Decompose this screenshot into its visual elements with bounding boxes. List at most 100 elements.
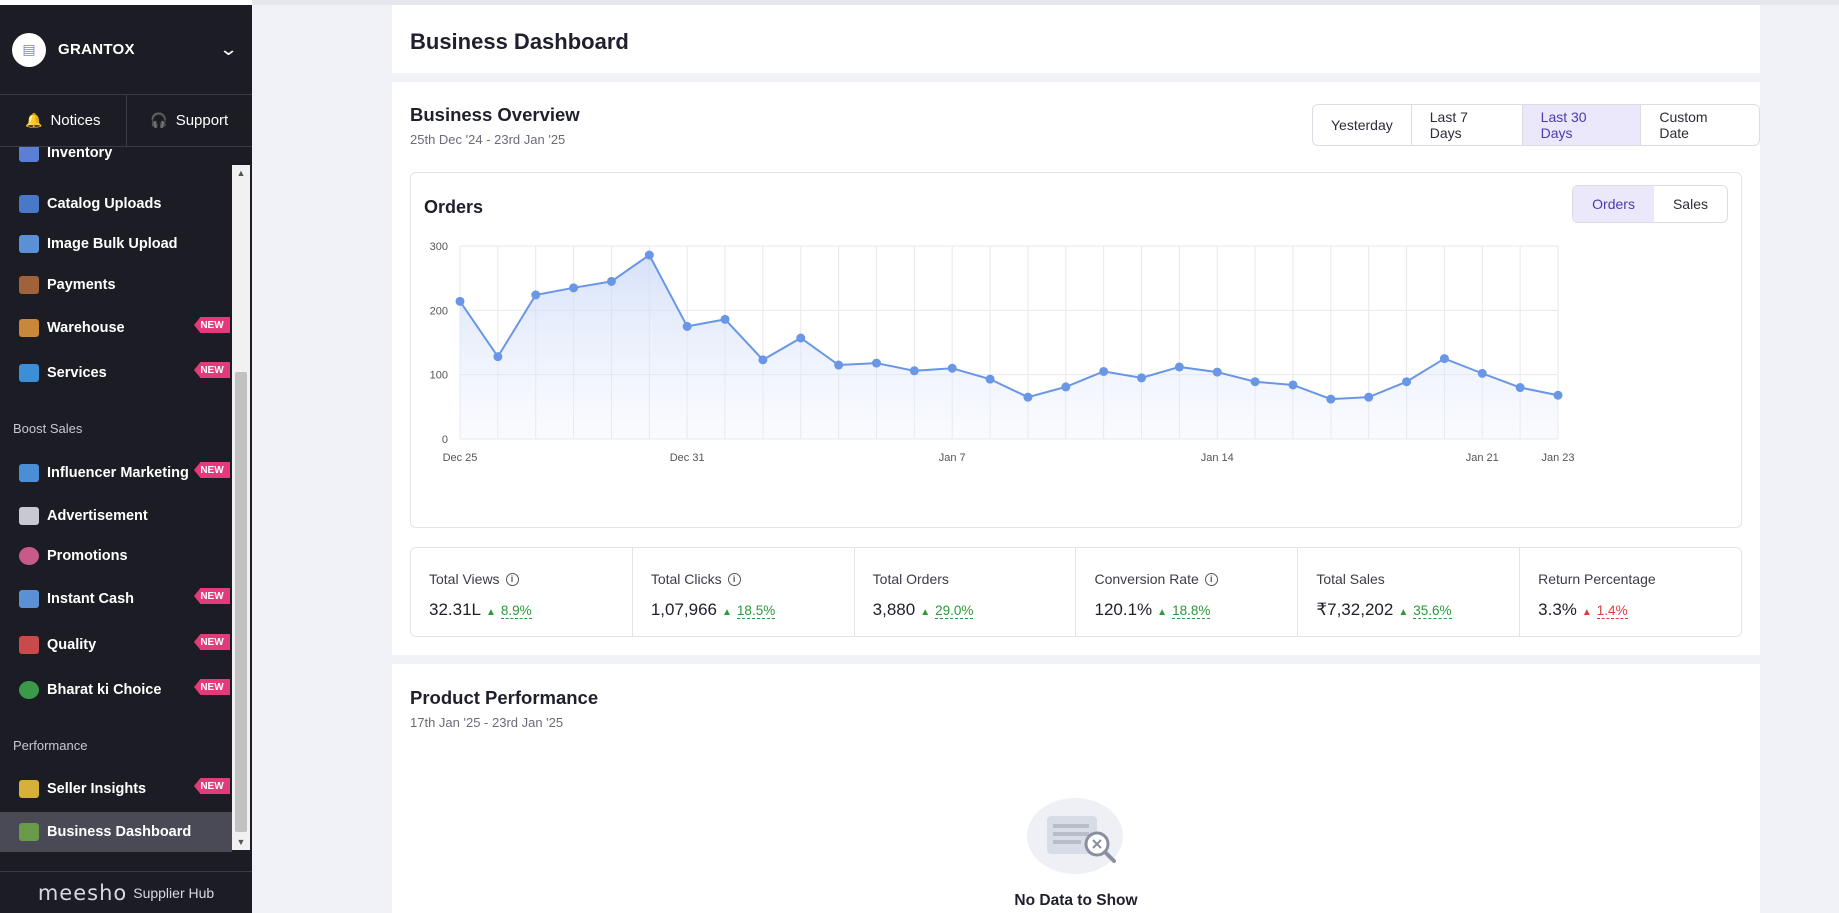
- stat-value-row: 1,07,966 ▲ 18.5%: [650, 600, 776, 620]
- upload-icon: [19, 195, 39, 213]
- data-point: [1326, 394, 1336, 404]
- y-tick-label: 0: [442, 434, 448, 446]
- stat-label-row: Total Sales: [1316, 571, 1384, 587]
- sidebar-item-inventory[interactable]: Inventory: [0, 147, 232, 173]
- data-point: [455, 296, 465, 306]
- stat-conversion-rate: Conversion Rate i 120.1% ▲ 18.8%: [1076, 548, 1299, 636]
- data-point: [1364, 392, 1374, 402]
- data-point: [1174, 362, 1184, 372]
- scroll-down-arrow-icon[interactable]: ▼: [232, 834, 250, 850]
- stat-value: 3,880: [872, 600, 916, 619]
- sidebar-item-influencer-marketing[interactable]: Influencer Marketing NEW: [0, 453, 232, 493]
- data-point: [720, 314, 730, 324]
- metric-orders-tab[interactable]: Orders: [1573, 186, 1654, 222]
- info-icon[interactable]: i: [505, 572, 519, 586]
- stat-value: 120.1%: [1094, 600, 1153, 619]
- stat-value: 1,07,966: [650, 600, 718, 619]
- data-point: [1402, 377, 1412, 387]
- sidebar-item-label: Business Dashboard: [47, 824, 192, 840]
- megaphone-icon: [19, 507, 39, 525]
- brand-name: GRANTOX: [58, 41, 135, 58]
- data-point: [871, 358, 881, 368]
- sidebar-item-label: Influencer Marketing: [47, 465, 189, 481]
- notices-button[interactable]: 🔔 Notices: [0, 95, 126, 146]
- bulb-icon: [19, 780, 39, 798]
- sidebar-item-services[interactable]: Services NEW: [0, 353, 232, 393]
- sidebar-item-label: Quality: [47, 637, 97, 653]
- data-point: [1023, 392, 1033, 402]
- stat-value-row: ₹7,32,202 ▲ 35.6%: [1316, 600, 1452, 620]
- stat-change[interactable]: 29.0%: [935, 603, 974, 619]
- metric-sales-tab[interactable]: Sales: [1654, 186, 1727, 222]
- sidebar-item-label: Services: [47, 365, 107, 381]
- stat-total-orders: Total Orders 3,880 ▲ 29.0%: [855, 548, 1077, 636]
- new-badge: NEW: [194, 588, 230, 604]
- data-point: [1137, 373, 1147, 383]
- sidebar-item-catalog-uploads[interactable]: Catalog Uploads: [0, 184, 232, 224]
- stat-label: Return Percentage: [1538, 571, 1656, 587]
- range-last-7-days-button[interactable]: Last 7 Days: [1412, 105, 1523, 145]
- stat-label: Conversion Rate: [1094, 571, 1199, 587]
- new-badge: NEW: [194, 317, 230, 333]
- trend-up-icon: ▲: [1398, 607, 1409, 618]
- info-icon[interactable]: i: [727, 572, 741, 586]
- stat-value: 32.31L: [429, 600, 481, 619]
- bank-icon: [19, 590, 39, 608]
- scroll-up-arrow-icon[interactable]: ▲: [232, 165, 250, 181]
- data-point: [834, 360, 844, 370]
- chevron-down-icon[interactable]: ⌄: [219, 39, 239, 60]
- sidebar-item-business-dashboard[interactable]: Business Dashboard: [0, 812, 232, 852]
- date-range-label: 25th Dec '24 - 23rd Jan '25: [410, 132, 566, 147]
- range-custom-date-button[interactable]: Custom Date: [1641, 105, 1759, 145]
- info-icon[interactable]: i: [1204, 572, 1218, 586]
- sidebar-item-image-bulk-upload[interactable]: Image Bulk Upload: [0, 224, 232, 264]
- sidebar-item-quality[interactable]: Quality NEW: [0, 625, 232, 665]
- stat-change[interactable]: 8.9%: [500, 603, 532, 619]
- sidebar-item-label: Inventory: [47, 147, 113, 161]
- sidebar-item-seller-insights[interactable]: Seller Insights NEW: [0, 769, 232, 809]
- bell-icon: 🔔: [25, 112, 43, 128]
- empty-state-text: No Data to Show: [1014, 892, 1138, 909]
- data-point: [1515, 383, 1525, 393]
- sidebar-scrollbar[interactable]: ▲ ▼: [232, 165, 250, 850]
- range-last-30-days-button[interactable]: Last 30 Days: [1522, 105, 1642, 145]
- stat-change[interactable]: 35.6%: [1413, 603, 1452, 619]
- star-badge-icon: [19, 681, 39, 699]
- data-point: [909, 366, 919, 376]
- page-title: Business Dashboard: [410, 29, 629, 54]
- sidebar-item-instant-cash[interactable]: Instant Cash NEW: [0, 579, 232, 619]
- image-icon: [19, 235, 39, 253]
- sidebar-item-label: Seller Insights: [47, 781, 147, 797]
- stats-row: Total Views i 32.31L ▲ 8.9% Total Clicks i 1…: [410, 547, 1742, 637]
- range-yesterday-button[interactable]: Yesterday: [1313, 105, 1412, 145]
- inventory-icon: [19, 147, 39, 162]
- stat-value: ₹7,32,202: [1316, 600, 1394, 619]
- sidebar-item-warehouse[interactable]: Warehouse NEW: [0, 308, 232, 348]
- sidebar-item-payments[interactable]: Payments: [0, 265, 232, 305]
- stat-change[interactable]: 18.8%: [1172, 603, 1211, 619]
- sidebar-item-label: Image Bulk Upload: [47, 236, 178, 252]
- sidebar: ▤ GRANTOX ⌄ 🔔 Notices 🎧 Support Inventor…: [0, 0, 252, 913]
- scrollbar-thumb[interactable]: [235, 372, 247, 832]
- sidebar-item-bharat-ki-choice[interactable]: Bharat ki Choice NEW: [0, 670, 232, 710]
- stat-label-row: Total Views i: [429, 571, 519, 587]
- sidebar-nav: Inventory Catalog Uploads Image Bulk Upl…: [0, 147, 232, 857]
- stat-change[interactable]: 1.4%: [1596, 603, 1628, 619]
- data-point: [569, 283, 579, 293]
- headset-icon: 🎧: [150, 112, 168, 128]
- stat-value-row: 3.3% ▲ 1.4%: [1538, 600, 1628, 620]
- sidebar-item-advertisement[interactable]: Advertisement: [0, 496, 232, 536]
- notices-label: Notices: [50, 112, 101, 129]
- section-title: Business Overview: [410, 104, 580, 125]
- data-point: [758, 355, 768, 365]
- support-button[interactable]: 🎧 Support: [125, 95, 253, 146]
- stat-label: Total Clicks: [650, 571, 722, 587]
- warehouse-icon: [19, 319, 39, 337]
- x-tick-label: Jan 7: [939, 452, 966, 464]
- account-switcher[interactable]: ▤ GRANTOX ⌄: [0, 5, 252, 95]
- stat-change[interactable]: 18.5%: [736, 603, 776, 619]
- data-point: [947, 363, 957, 373]
- sidebar-item-promotions[interactable]: Promotions: [0, 536, 232, 576]
- trend-up-icon: ▲: [920, 607, 931, 618]
- y-tick-label: 100: [430, 370, 448, 382]
